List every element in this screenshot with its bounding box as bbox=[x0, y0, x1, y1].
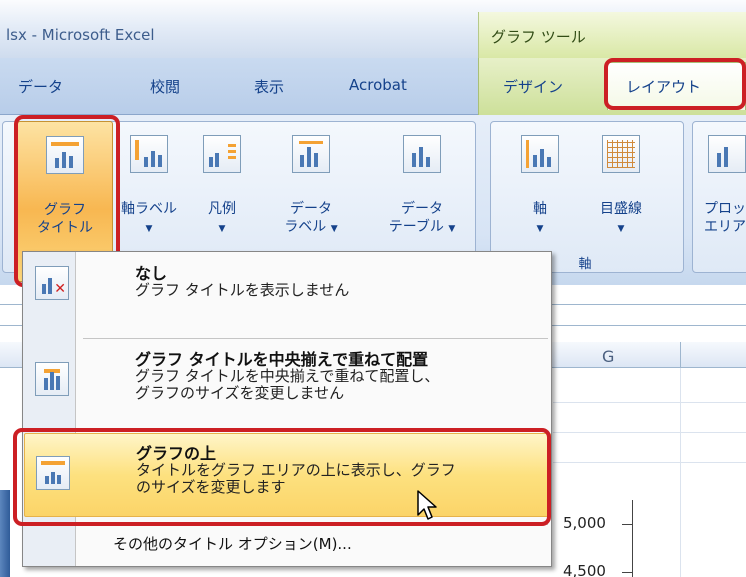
tab-review[interactable]: 校閲 bbox=[150, 76, 180, 97]
chart-tools-context-header: グラフ ツール bbox=[478, 12, 746, 58]
gridlines-icon bbox=[602, 135, 640, 173]
data-labels-icon bbox=[292, 135, 330, 173]
chart-border-edge bbox=[0, 490, 10, 577]
mouse-pointer-icon bbox=[417, 490, 437, 520]
axis-titles-label: 軸ラベル bbox=[121, 201, 177, 217]
axes-group-label: 軸 bbox=[578, 257, 592, 272]
gridline bbox=[553, 462, 746, 463]
legend-button[interactable]: 凡例 ▼ bbox=[190, 121, 254, 251]
menu-item-centered-overlay[interactable]: グラフ タイトルを中央揃えで重ねて配置 グラフ タイトルを中央揃えで重ねて配置し… bbox=[24, 342, 551, 422]
tab-data[interactable]: データ bbox=[18, 76, 63, 97]
layout-tab-highlight bbox=[604, 58, 746, 110]
data-table-icon bbox=[403, 135, 441, 173]
chart-tools-label: グラフ ツール bbox=[491, 28, 586, 46]
plot-area-label-1: プロッ bbox=[704, 201, 746, 217]
title-bar: lsx - Microsoft Excel グラフ ツール bbox=[0, 0, 746, 58]
axes-icon bbox=[521, 135, 559, 173]
column-g-header[interactable]: G bbox=[602, 347, 614, 366]
axes-label: 軸 bbox=[533, 201, 547, 217]
gridline-vertical bbox=[680, 368, 681, 577]
data-table-button[interactable]: データ テーブル ▼ bbox=[372, 121, 472, 251]
above-chart-highlight bbox=[13, 428, 551, 526]
axis-titles-icon bbox=[130, 135, 168, 173]
gridlines-button[interactable]: 目盛線 ▼ bbox=[580, 121, 662, 241]
data-labels-label-2: ラベル ▼ bbox=[284, 219, 338, 235]
menu-item-none-desc: グラフ タイトルを表示しません bbox=[135, 281, 350, 299]
no-title-icon: ✕ bbox=[35, 266, 69, 300]
menu-item-centered-desc-2: グラフのサイズを変更しません bbox=[135, 384, 345, 402]
menu-item-none[interactable]: ✕ なし グラフ タイトルを表示しません bbox=[24, 254, 551, 314]
centered-overlay-title-icon bbox=[35, 362, 69, 396]
red-x-icon: ✕ bbox=[54, 281, 66, 297]
plot-area-icon bbox=[708, 135, 746, 173]
gridlines-arrow: ▼ bbox=[617, 224, 625, 234]
gridlines-label: 目盛線 bbox=[600, 201, 642, 217]
window-title: lsx - Microsoft Excel bbox=[6, 26, 155, 44]
axis-tick-4500: 4,500 bbox=[563, 562, 606, 577]
data-table-label-2: テーブル ▼ bbox=[388, 219, 456, 235]
axis-tick-mark bbox=[622, 524, 632, 525]
data-labels-button[interactable]: データ ラベル ▼ bbox=[262, 121, 360, 251]
axis-titles-button[interactable]: 軸ラベル ▼ bbox=[116, 121, 182, 251]
axes-button[interactable]: 軸 ▼ bbox=[510, 121, 570, 241]
gridline bbox=[553, 432, 746, 433]
menu-separator bbox=[83, 338, 548, 339]
legend-label: 凡例 bbox=[208, 201, 236, 217]
axis-tick-5000: 5,000 bbox=[563, 514, 606, 532]
tab-design[interactable]: デザイン bbox=[503, 76, 563, 97]
plot-area-button[interactable]: プロッ エリア bbox=[698, 121, 746, 251]
legend-icon bbox=[203, 135, 241, 173]
menu-item-centered-desc-1: グラフ タイトルを中央揃えで重ねて配置し、 bbox=[135, 367, 440, 385]
tab-view[interactable]: 表示 bbox=[254, 76, 284, 97]
tab-acrobat[interactable]: Acrobat bbox=[349, 76, 407, 94]
legend-arrow: ▼ bbox=[218, 224, 226, 234]
axis-tick-mark bbox=[622, 572, 632, 573]
more-title-options-item[interactable]: その他のタイトル オプション(M)... bbox=[113, 533, 352, 554]
data-table-label-1: データ bbox=[401, 201, 443, 217]
plot-area-label-2: エリア bbox=[704, 219, 746, 235]
axis-titles-arrow: ▼ bbox=[145, 224, 153, 234]
gridline bbox=[553, 402, 746, 403]
data-labels-label-1: データ bbox=[290, 201, 332, 217]
value-axis-line bbox=[632, 500, 633, 577]
axes-arrow: ▼ bbox=[536, 224, 544, 234]
